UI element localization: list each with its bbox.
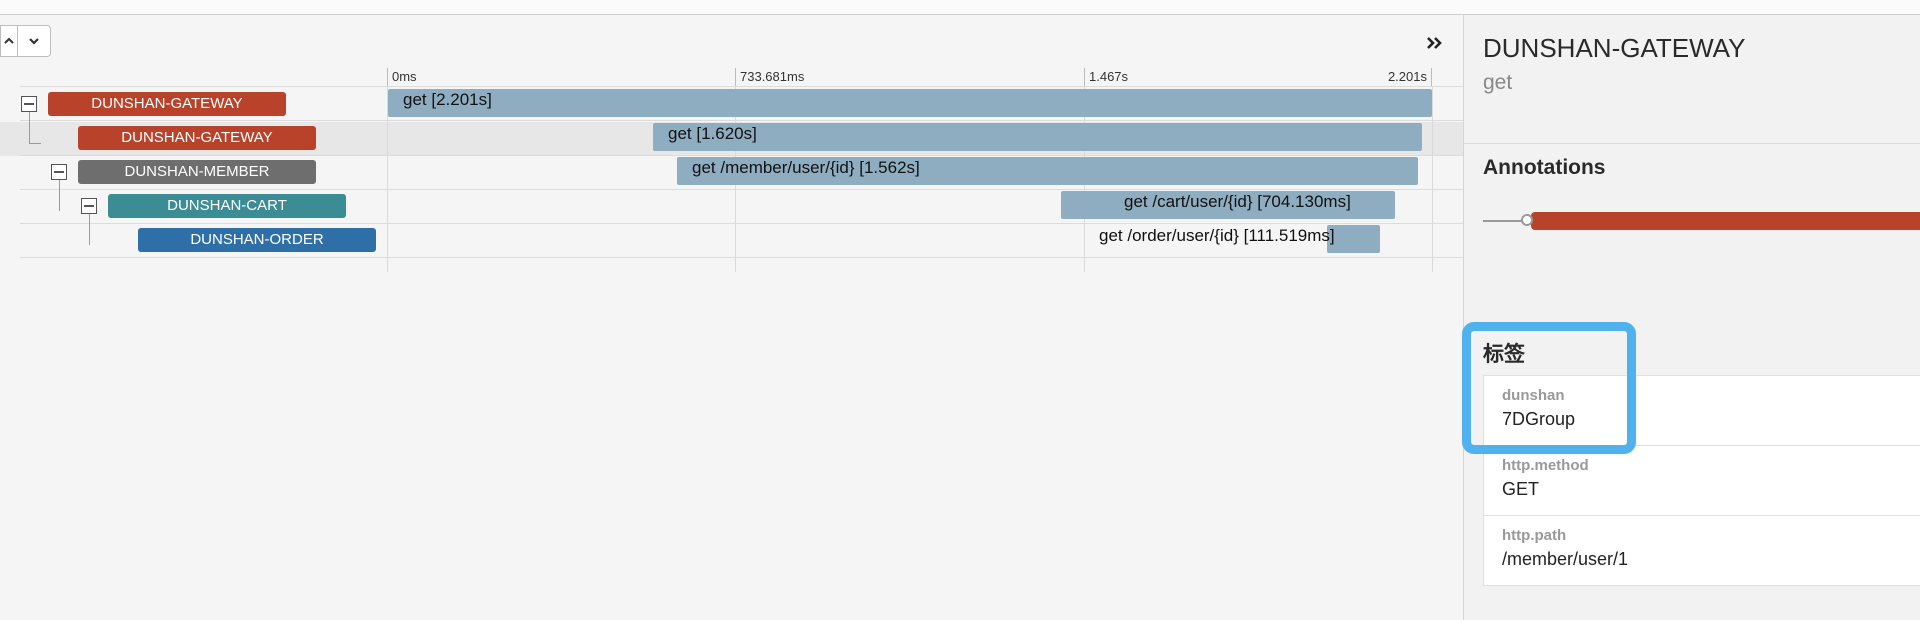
chevron-down-icon: [29, 38, 39, 45]
span-label: get [2.201s]: [403, 90, 492, 109]
span-label: get /member/user/{id} [1.562s]: [692, 158, 920, 177]
time-ruler: 0ms 733.681ms 1.467s 2.201s: [387, 68, 1432, 86]
divider: [1464, 143, 1920, 144]
service-label-gateway[interactable]: DUNSHAN-GATEWAY: [78, 126, 316, 150]
tree-connector: [29, 143, 41, 144]
tags-list: dunshan 7DGroup http.method GET http.pat…: [1483, 375, 1920, 586]
tags-heading: 标签: [1483, 343, 1525, 366]
tag-row: http.method GET: [1484, 446, 1920, 516]
tree-connector: [89, 209, 90, 245]
tick-label: 1.467s: [1084, 68, 1128, 86]
chevron-up-icon: [4, 37, 14, 44]
tag-value: GET: [1502, 479, 1540, 499]
row-divider: [20, 86, 1463, 87]
annotation-marker[interactable]: [1521, 214, 1533, 226]
tree-connector: [29, 112, 30, 143]
trace-timeline-panel: 0ms 733.681ms 1.467s 2.201s DUNSHAN-GATE…: [0, 15, 1463, 620]
tree-connector: [59, 175, 60, 211]
row-divider: [20, 223, 1463, 224]
row-divider: [20, 120, 1463, 121]
span-bar[interactable]: [653, 123, 1422, 151]
annotation-bar[interactable]: [1531, 212, 1920, 230]
service-label-member[interactable]: DUNSHAN-MEMBER: [78, 160, 316, 184]
tag-row: dunshan 7DGroup: [1484, 376, 1920, 446]
service-label-order[interactable]: DUNSHAN-ORDER: [138, 228, 376, 252]
tick-label: 2.201s: [1388, 68, 1432, 86]
collapse-toggle[interactable]: [81, 198, 97, 214]
tick-label: 733.681ms: [735, 68, 804, 86]
tick-label: 0ms: [387, 68, 417, 86]
row-divider: [20, 257, 1463, 258]
annotations-heading: Annotations: [1483, 156, 1606, 179]
collapse-toggle[interactable]: [51, 164, 67, 180]
tag-key: http.method: [1502, 457, 1589, 474]
tag-key: http.path: [1502, 527, 1567, 544]
span-navigation: [0, 25, 51, 57]
grid-line: [1432, 86, 1433, 272]
span-bar[interactable]: [388, 89, 1432, 117]
tag-key: dunshan: [1502, 387, 1565, 404]
span-bar[interactable]: [1327, 225, 1380, 253]
span-label: get /order/user/{id} [111.519ms]: [1099, 226, 1335, 245]
tag-value: /member/user/1: [1502, 549, 1629, 569]
span-detail-panel: DUNSHAN-GATEWAY get Annotations 标签 dunsh…: [1463, 15, 1920, 620]
top-bar: [0, 0, 1920, 15]
expand-panel-button[interactable]: [1420, 31, 1450, 55]
detail-title: DUNSHAN-GATEWAY: [1483, 33, 1746, 63]
double-chevron-right-icon: [1427, 37, 1442, 49]
row-divider: [20, 189, 1463, 190]
collapse-toggle[interactable]: [21, 96, 37, 112]
span-label: get /cart/user/{id} [704.130ms]: [1124, 192, 1351, 211]
tag-value: 7DGroup: [1502, 409, 1576, 429]
detail-subtitle: get: [1483, 71, 1513, 94]
row-divider: [20, 155, 1463, 156]
prev-span-button[interactable]: [0, 25, 17, 57]
next-span-button[interactable]: [17, 25, 51, 57]
span-label: get [1.620s]: [668, 124, 757, 143]
tag-row: http.path /member/user/1: [1484, 516, 1920, 585]
service-label-gateway[interactable]: DUNSHAN-GATEWAY: [48, 92, 286, 116]
service-label-cart[interactable]: DUNSHAN-CART: [108, 194, 346, 218]
